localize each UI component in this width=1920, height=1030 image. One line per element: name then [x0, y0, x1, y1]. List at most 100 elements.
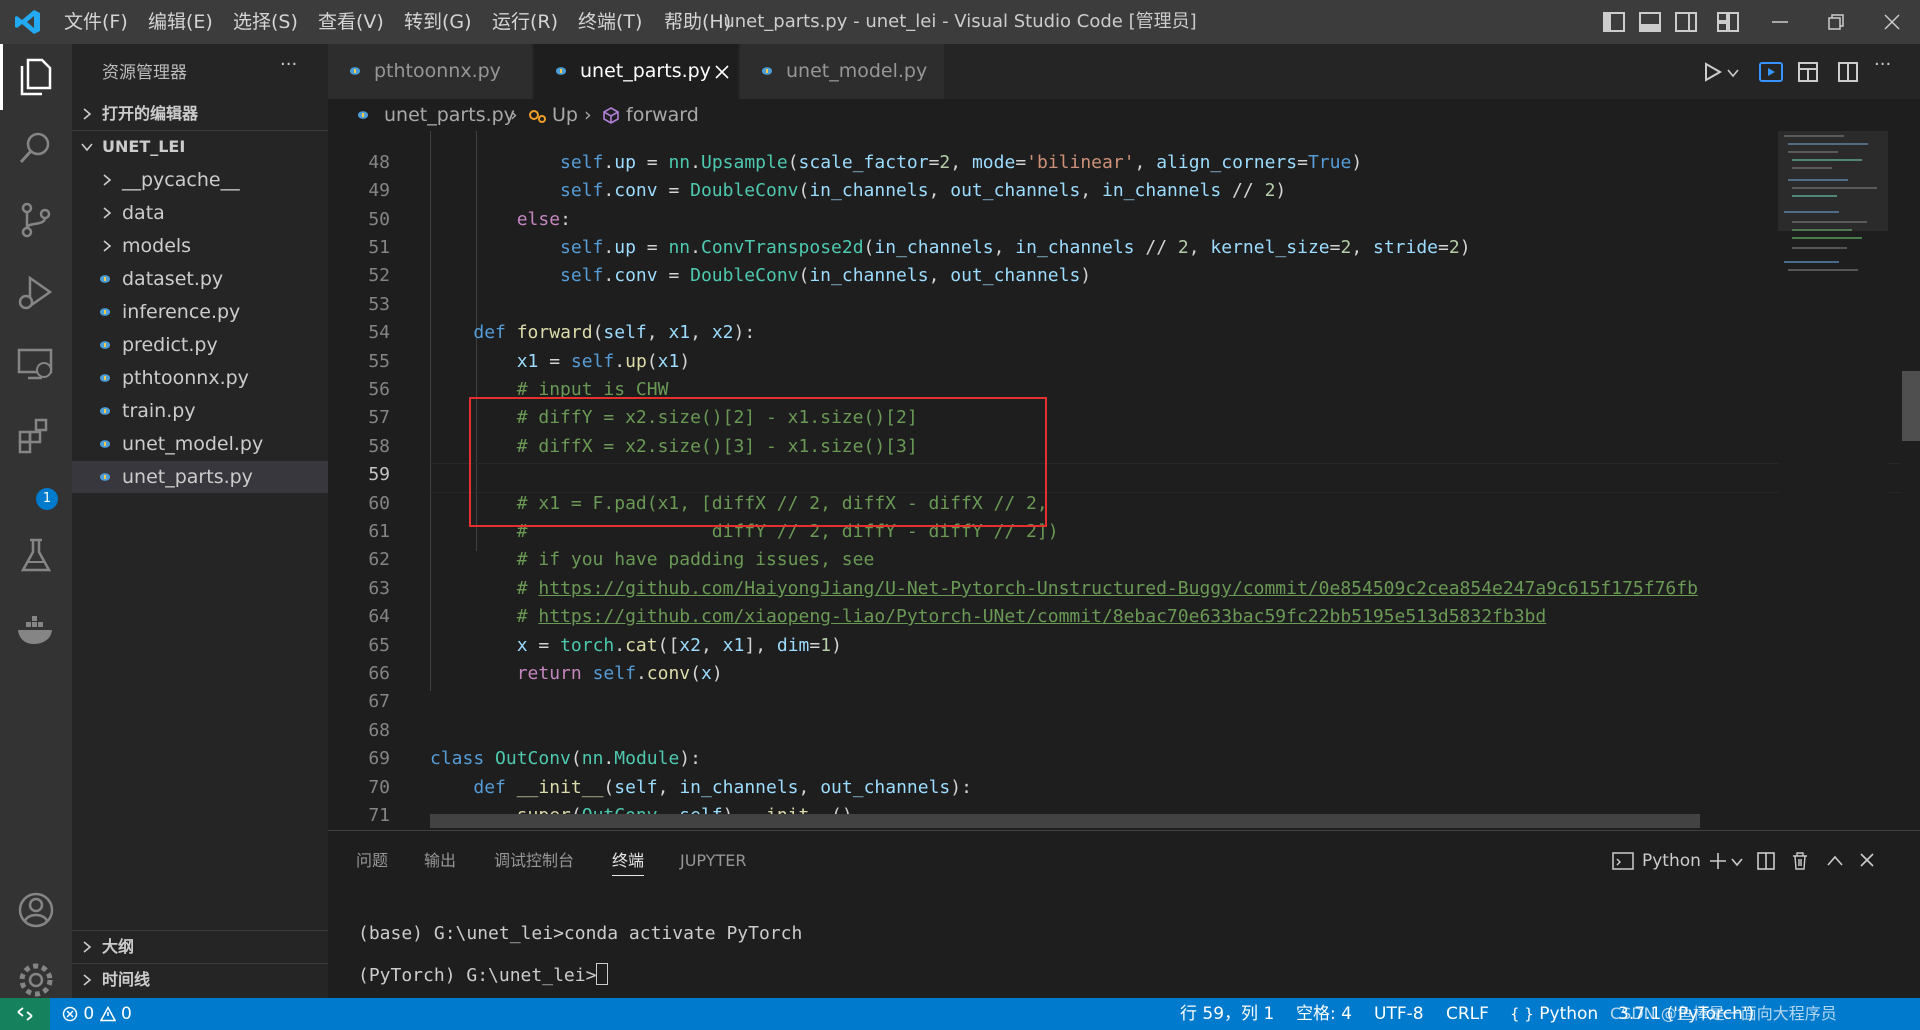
open-editors-section[interactable]: 打开的编辑器 [72, 98, 328, 130]
line-ending[interactable]: CRLF [1446, 998, 1489, 1030]
menu-file[interactable]: 文件(F) [64, 0, 128, 44]
close-tab-icon[interactable] [714, 64, 730, 80]
account-icon[interactable] [14, 888, 58, 932]
preview-icon[interactable] [1758, 60, 1784, 84]
run-debug-icon[interactable] [14, 270, 58, 314]
testing-icon[interactable] [14, 534, 58, 578]
explorer-more-button[interactable]: ··· [280, 54, 297, 75]
menu-selection[interactable]: 选择(S) [233, 0, 298, 44]
workspace-folder-section[interactable]: UNET_LEI [72, 131, 328, 163]
file-item-unet-model[interactable]: unet_model.py [72, 428, 328, 460]
line-number: 69 [368, 748, 390, 769]
code-editor[interactable]: 47 48 49 50 51 52 53 54 55 56 57 58 59 6… [328, 131, 1920, 828]
python-file-icon [100, 341, 110, 349]
file-item-unet-parts[interactable]: unet_parts.py [72, 461, 328, 493]
file-item-pthtoonnx[interactable]: pthtoonnx.py [72, 362, 328, 394]
minimap-slider[interactable] [1778, 131, 1888, 231]
timeline-section[interactable]: 时间线 [72, 964, 328, 996]
file-item-dataset[interactable]: dataset.py [72, 263, 328, 295]
code-line: if bilinear: [430, 131, 647, 134]
language-mode[interactable]: { } Python [1510, 998, 1598, 1030]
maximize-panel-chevron-up-icon[interactable] [1826, 853, 1844, 869]
chevron-down-icon[interactable] [1730, 855, 1744, 869]
menu-run[interactable]: 运行(R) [492, 0, 558, 44]
code-line: self.conv = DoubleConv(in_channels, out_… [560, 265, 1092, 286]
line-number: 68 [368, 720, 390, 741]
line-number-current: 59 [368, 464, 390, 485]
terminal-cursor [596, 963, 609, 985]
menu-edit[interactable]: 编辑(E) [148, 0, 213, 44]
tab-unet-parts[interactable]: unet_parts.py [534, 44, 738, 99]
settings-gear-icon[interactable] [14, 958, 58, 1002]
toggle-sidebar-icon[interactable] [1602, 10, 1626, 34]
panel-tab-terminal[interactable]: 终端 [612, 845, 645, 876]
cursor-position[interactable]: 行 59，列 1 [1180, 998, 1274, 1030]
file-item-predict[interactable]: predict.py [72, 329, 328, 361]
code-line: def __init__(self, in_channels, out_chan… [473, 777, 972, 798]
tab-unet-model[interactable]: unet_model.py [740, 44, 944, 99]
python-file-icon [350, 67, 360, 75]
search-icon[interactable] [14, 126, 58, 170]
code-line: def forward(self, x1, x2): [473, 322, 756, 343]
title-bar: 文件(F) 编辑(E) 选择(S) 查看(V) 转到(G) 运行(R) 终端(T… [0, 0, 1920, 44]
split-terminal-icon[interactable] [1756, 851, 1776, 871]
file-label: train.py [122, 400, 196, 422]
editor-tab-bar: pthtoonnx.py unet_parts.py unet_model.py… [328, 44, 1920, 99]
customize-layout-icon[interactable] [1716, 10, 1740, 34]
breadcrumb-class[interactable]: Up [552, 99, 578, 131]
extensions-icon[interactable] [14, 414, 58, 458]
line-number: 62 [368, 549, 390, 570]
remote-indicator[interactable] [0, 998, 50, 1030]
breadcrumb-method[interactable]: forward [626, 99, 699, 131]
tab-pthtoonnx[interactable]: pthtoonnx.py [328, 44, 532, 99]
problems-status[interactable]: 0 0 [62, 998, 132, 1030]
docker-icon[interactable] [14, 606, 58, 650]
close-window-icon[interactable] [1880, 10, 1904, 34]
code-line: else: [516, 209, 571, 230]
folder-item-pycache[interactable]: __pycache__ [72, 164, 328, 196]
run-file-icon[interactable] [1700, 60, 1724, 84]
menu-view[interactable]: 查看(V) [318, 0, 384, 44]
indentation[interactable]: 空格: 4 [1296, 998, 1352, 1030]
toggle-panel-icon[interactable] [1638, 10, 1662, 34]
folder-item-models[interactable]: models [72, 230, 328, 262]
chevron-down-icon[interactable] [1726, 66, 1740, 80]
menu-terminal[interactable]: 终端(T) [578, 0, 642, 44]
split-editor-icon[interactable] [1836, 60, 1860, 84]
menu-goto[interactable]: 转到(G) [404, 0, 472, 44]
panel-tab-output[interactable]: 输出 [424, 845, 456, 877]
minimap[interactable] [1778, 131, 1888, 828]
breadcrumb-file[interactable]: unet_parts.py [384, 99, 515, 131]
code-line: # https://github.com/HaiyongJiang/U-Net-… [516, 578, 1698, 599]
folder-item-data[interactable]: data [72, 197, 328, 229]
active-indicator [0, 44, 3, 110]
open-changes-icon[interactable] [1796, 60, 1820, 84]
file-item-inference[interactable]: inference.py [72, 296, 328, 328]
panel-tab-problems[interactable]: 问题 [356, 845, 388, 877]
trash-icon[interactable] [1790, 851, 1810, 871]
panel-tab-debug-console[interactable]: 调试控制台 [494, 845, 574, 877]
restore-icon[interactable] [1824, 10, 1848, 34]
file-label: pthtoonnx.py [122, 367, 249, 389]
editor-more-button[interactable]: ··· [1874, 54, 1891, 75]
outline-section[interactable]: 大纲 [72, 931, 328, 963]
menu-help[interactable]: 帮助(H) [664, 0, 731, 44]
close-panel-icon[interactable] [1858, 851, 1876, 869]
horizontal-scrollbar-thumb[interactable] [430, 814, 1700, 828]
encoding[interactable]: UTF-8 [1374, 998, 1424, 1030]
panel-tab-jupyter[interactable]: JUPYTER [680, 845, 747, 877]
file-item-train[interactable]: train.py [72, 395, 328, 427]
new-terminal-plus-icon[interactable] [1708, 851, 1728, 871]
explorer-icon[interactable] [14, 54, 58, 98]
folder-label: models [122, 235, 192, 257]
terminal-prompt[interactable]: (PyTorch) G:\unet_lei> [358, 963, 609, 986]
minimize-icon[interactable] [1768, 10, 1792, 34]
vertical-scrollbar-thumb[interactable] [1902, 371, 1920, 441]
toggle-secondary-sidebar-icon[interactable] [1674, 10, 1698, 34]
terminal-shell-label[interactable]: Python [1642, 845, 1701, 877]
open-editors-label: 打开的编辑器 [102, 104, 199, 123]
vscode-logo-icon [14, 8, 42, 36]
tab-label: unet_parts.py [580, 60, 711, 82]
source-control-icon[interactable] [14, 198, 58, 242]
remote-explorer-icon[interactable] [14, 342, 58, 386]
